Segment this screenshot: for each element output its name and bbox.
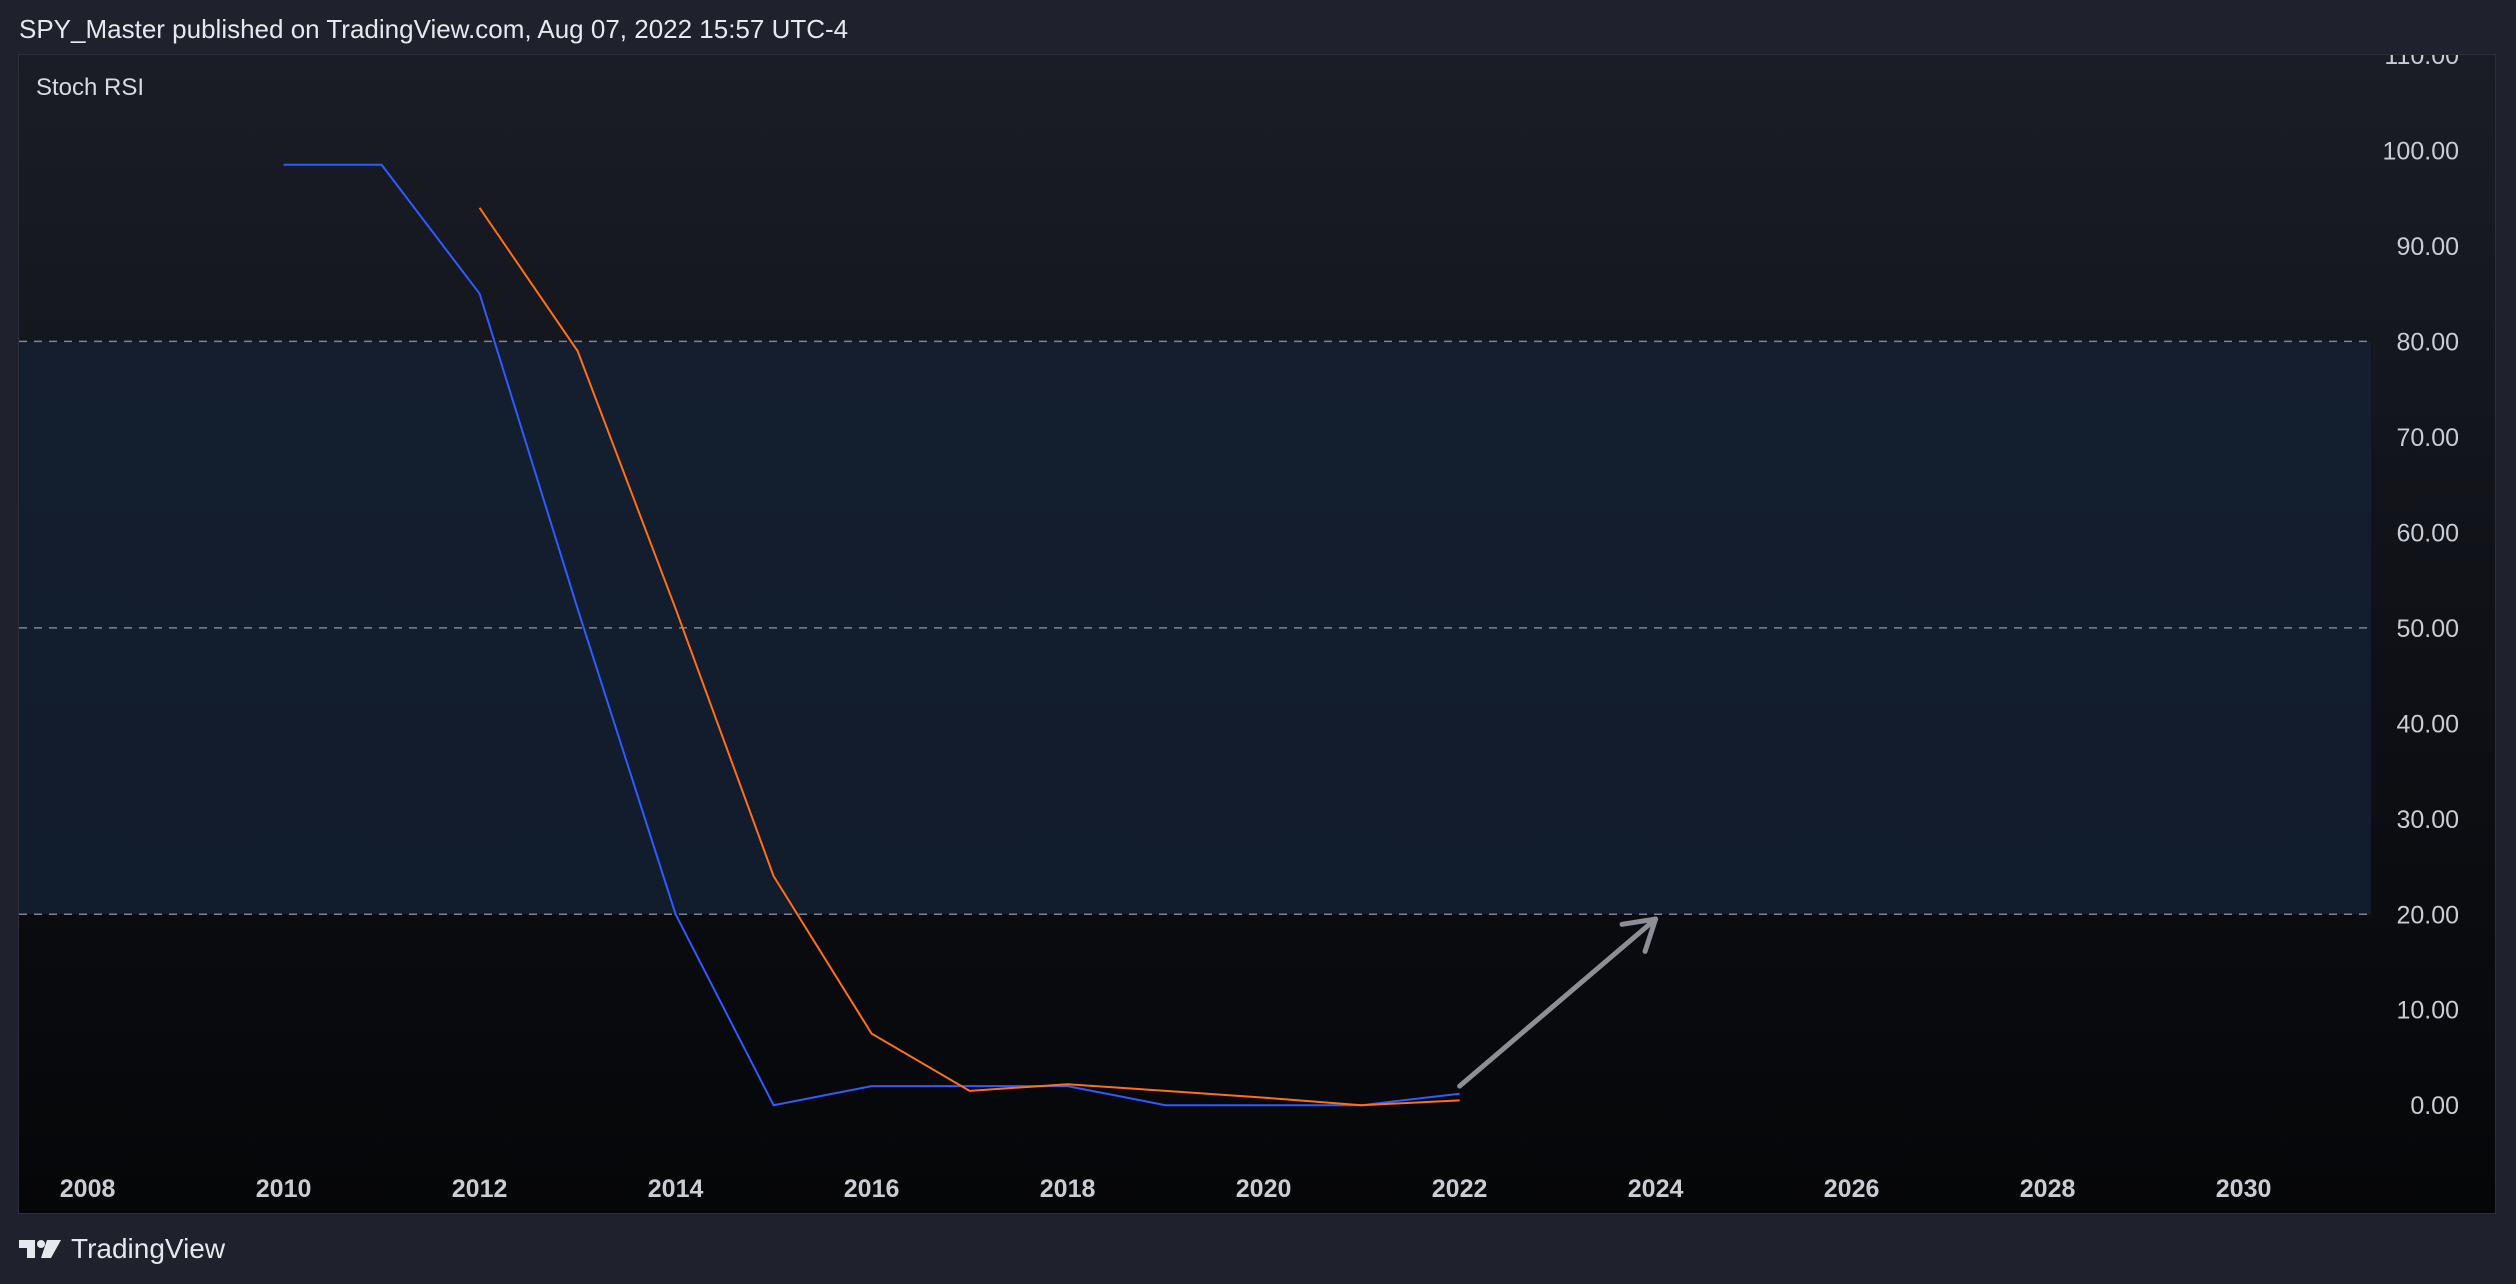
y-tick-label: 50.00	[2396, 615, 2459, 643]
x-tick-label: 2014	[648, 1175, 704, 1203]
x-tick-label: 2028	[2020, 1175, 2076, 1203]
y-tick-label: 100.00	[2383, 137, 2459, 165]
y-tick-label: 110.00	[2384, 55, 2459, 70]
publish-info: SPY_Master published on TradingView.com,…	[19, 14, 849, 44]
stoch-rsi-chart[interactable]: Stoch RSI 110.00 100.00 90.00 80.00 70.00 60.0…	[19, 55, 2497, 1215]
tradingview-brand[interactable]: TradingView	[19, 1232, 225, 1266]
x-tick-label: 2018	[1040, 1175, 1096, 1203]
x-tick-label: 2010	[256, 1175, 312, 1203]
y-tick-label: 10.00	[2396, 997, 2459, 1025]
annotation-arrow-shaft	[1457, 916, 1659, 1089]
chart-panel[interactable]: Stoch RSI 110.00 100.00 90.00 80.00 70.00 60.0…	[18, 54, 2496, 1214]
x-tick-label: 2016	[844, 1175, 900, 1203]
tradingview-logo-icon	[19, 1240, 61, 1258]
y-tick-label: 30.00	[2396, 806, 2459, 834]
x-tick-label: 2008	[60, 1175, 116, 1203]
y-tick-label: 20.00	[2396, 901, 2459, 929]
y-tick-label: 90.00	[2396, 233, 2459, 261]
x-tick-label: 2022	[1432, 1175, 1488, 1203]
y-tick-label: 70.00	[2396, 424, 2459, 452]
y-tick-label: 80.00	[2396, 328, 2459, 356]
x-tick-label: 2020	[1236, 1175, 1292, 1203]
x-tick-label: 2026	[1824, 1175, 1880, 1203]
y-tick-label: 0.00	[2410, 1092, 2459, 1120]
indicator-label: Stoch RSI	[36, 74, 144, 101]
y-tick-label: 60.00	[2396, 519, 2459, 547]
y-tick-label: 40.00	[2396, 710, 2459, 738]
x-tick-label: 2030	[2216, 1175, 2272, 1203]
x-tick-label: 2012	[452, 1175, 508, 1203]
x-tick-label: 2024	[1628, 1175, 1684, 1203]
brand-name: TradingView	[71, 1233, 226, 1264]
